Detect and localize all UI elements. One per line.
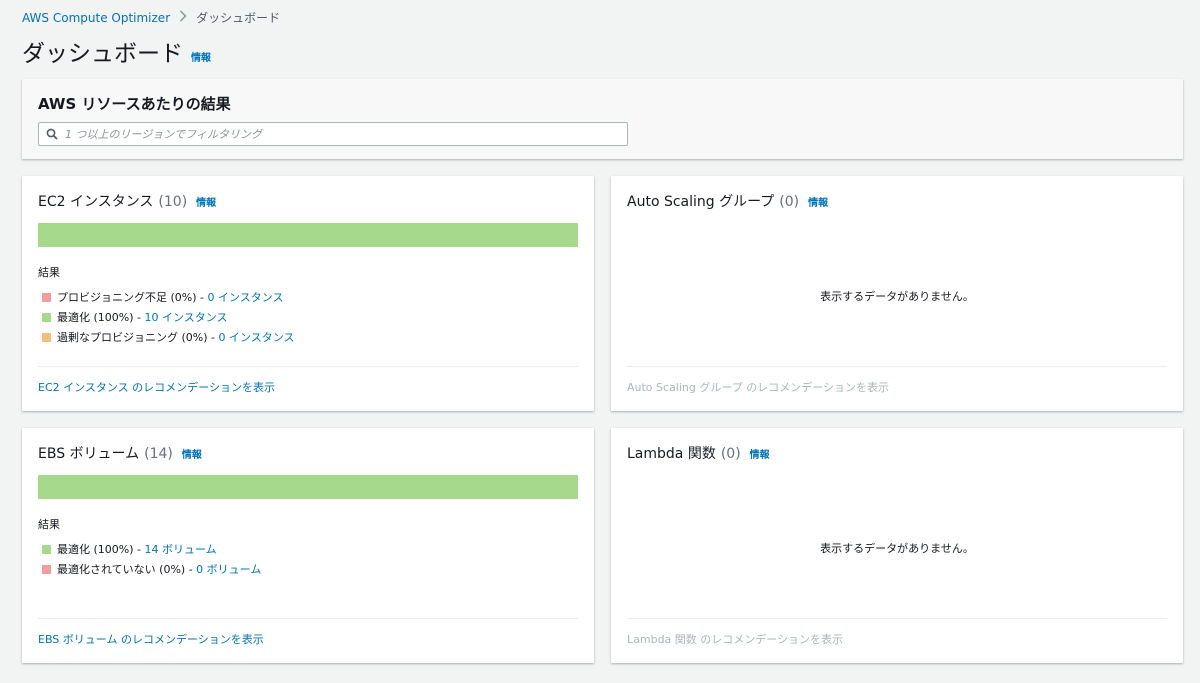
ebs-card-count: (14) xyxy=(144,446,173,462)
ebs-finding-label: 最適化 (100%) - xyxy=(57,543,145,556)
ec2-view-recommendations-link[interactable]: EC2 インスタンス のレコメンデーションを表示 xyxy=(38,379,275,395)
ebs-bar-segment-optimized xyxy=(38,475,578,499)
ec2-card-header: EC2 インスタンス (10) 情報 xyxy=(38,191,216,211)
asg-card-title: Auto Scaling グループ xyxy=(627,194,775,210)
asg-card-header: Auto Scaling グループ (0) 情報 xyxy=(627,191,828,211)
breadcrumb: AWS Compute Optimizer ダッシュボード xyxy=(22,9,280,26)
ebs-card-header: EBS ボリューム (14) 情報 xyxy=(38,443,202,463)
ec2-results-label: 結果 xyxy=(38,266,60,279)
ec2-findings-bar xyxy=(38,223,578,247)
page-header: ダッシュボード 情報 xyxy=(22,34,211,68)
ebs-findings-legend: 最適化 (100%) - 14 ボリューム 最適化されていない (0%) - 0 … xyxy=(42,539,261,579)
search-icon xyxy=(39,128,65,140)
ebs-results-label: 結果 xyxy=(38,518,60,531)
lambda-card-count: (0) xyxy=(720,446,741,462)
lambda-card-divider xyxy=(627,618,1167,619)
ec2-findings-legend: プロビジョニング不足 (0%) - 0 インスタンス 最適化 (100%) - 1… xyxy=(42,287,295,347)
ec2-instances-card: EC2 インスタンス (10) 情報 結果 プロビジョニング不足 (0%) - … xyxy=(22,176,594,411)
ec2-card-count: (10) xyxy=(158,194,188,210)
ec2-finding-label: プロビジョニング不足 (0%) - xyxy=(57,291,208,304)
asg-card-count: (0) xyxy=(779,194,800,210)
ebs-info-link[interactable]: 情報 xyxy=(182,446,202,461)
results-per-resource-panel: AWS リソースあたりの結果 xyxy=(22,79,1183,159)
asg-view-recommendations-link: Auto Scaling グループ のレコメンデーションを表示 xyxy=(627,381,889,394)
ec2-bar-segment-optimized xyxy=(38,223,578,247)
region-filter-input[interactable] xyxy=(65,124,627,144)
ebs-finding-row: 最適化 (100%) - 14 ボリューム xyxy=(42,539,261,559)
lambda-card-title: Lambda 関数 xyxy=(627,446,716,462)
asg-info-link[interactable]: 情報 xyxy=(808,194,828,209)
results-per-resource-title: AWS リソースあたりの結果 xyxy=(38,95,231,113)
ec2-info-link[interactable]: 情報 xyxy=(196,194,216,209)
lambda-info-link[interactable]: 情報 xyxy=(750,446,770,461)
ebs-finding-swatch-under xyxy=(42,564,51,574)
ec2-card-divider xyxy=(38,366,578,367)
ebs-finding-label: 最適化されていない (0%) - xyxy=(57,563,197,576)
ebs-view-recommendations-link[interactable]: EBS ボリューム のレコメンデーションを表示 xyxy=(38,631,264,647)
breadcrumb-compute-optimizer-link[interactable]: AWS Compute Optimizer xyxy=(22,11,170,25)
auto-scaling-groups-card: Auto Scaling グループ (0) 情報 表示するデータがありません。 … xyxy=(611,176,1183,411)
lambda-empty-message: 表示するデータがありません。 xyxy=(820,542,974,555)
ec2-finding-swatch-optimized xyxy=(42,312,51,322)
ebs-card-title: EBS ボリューム xyxy=(38,446,140,462)
ebs-volumes-card: EBS ボリューム (14) 情報 結果 最適化 (100%) - 14 ボリュ… xyxy=(22,428,594,663)
ec2-card-title: EC2 インスタンス xyxy=(38,194,154,210)
page-title: ダッシュボード xyxy=(22,41,183,67)
ebs-finding-link[interactable]: 0 ボリューム xyxy=(196,561,261,577)
asg-card-divider xyxy=(627,366,1167,367)
asg-empty-message: 表示するデータがありません。 xyxy=(820,290,974,303)
ebs-finding-row: 最適化されていない (0%) - 0 ボリューム xyxy=(42,559,261,579)
ec2-finding-label: 過剰なプロビジョニング (0%) - xyxy=(57,331,219,344)
ebs-findings-bar xyxy=(38,475,578,499)
ebs-card-divider xyxy=(38,618,578,619)
ebs-finding-swatch-optimized xyxy=(42,544,51,554)
page-info-link[interactable]: 情報 xyxy=(191,49,211,64)
ec2-finding-row: 過剰なプロビジョニング (0%) - 0 インスタンス xyxy=(42,327,295,347)
ec2-finding-link[interactable]: 0 インスタンス xyxy=(208,289,284,305)
ec2-finding-swatch-over xyxy=(42,332,51,342)
lambda-card-header: Lambda 関数 (0) 情報 xyxy=(627,443,770,463)
ec2-finding-row: プロビジョニング不足 (0%) - 0 インスタンス xyxy=(42,287,295,307)
region-filter[interactable] xyxy=(38,122,628,146)
lambda-functions-card: Lambda 関数 (0) 情報 表示するデータがありません。 Lambda 関… xyxy=(611,428,1183,663)
chevron-right-icon xyxy=(179,10,187,25)
ec2-finding-row: 最適化 (100%) - 10 インスタンス xyxy=(42,307,295,327)
ec2-finding-link[interactable]: 0 インスタンス xyxy=(219,329,295,345)
ebs-finding-link[interactable]: 14 ボリューム xyxy=(145,541,217,557)
ec2-finding-label: 最適化 (100%) - xyxy=(57,311,145,324)
lambda-view-recommendations-link: Lambda 関数 のレコメンデーションを表示 xyxy=(627,633,844,646)
ec2-finding-swatch-under xyxy=(42,292,51,302)
breadcrumb-current: ダッシュボード xyxy=(196,11,281,25)
ec2-finding-link[interactable]: 10 インスタンス xyxy=(145,309,228,325)
